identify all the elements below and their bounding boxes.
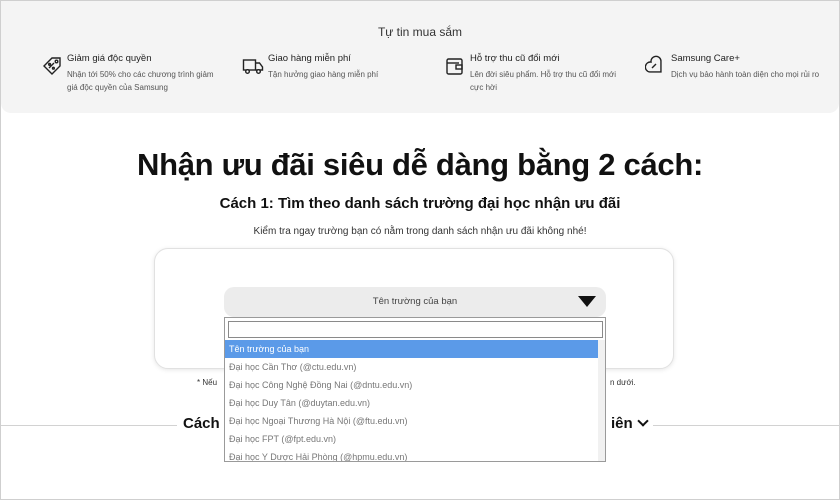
benefit-title: Giảm giá độc quyền [67, 53, 152, 64]
delivery-truck-icon [242, 59, 264, 74]
university-option[interactable]: Đại học FPT (@fpt.edu.vn) [225, 430, 605, 448]
benefit-title: Samsung Care+ [671, 53, 740, 64]
university-option[interactable]: Đại học Ngoại Thương Hà Nội (@ftu.edu.vn… [225, 412, 605, 430]
footnote-right: n dưới. [610, 378, 636, 387]
benefit-desc: Nhận tới 50% cho các chương trình giảm g… [67, 70, 214, 92]
university-option-list: Tên trường của bạn Đại học Cần Thơ (@ctu… [225, 340, 605, 461]
page-frame: Tự tin mua sắm Giảm giá độc quyền Nhận t… [0, 0, 840, 500]
university-select-value: Tên trường của bạn [372, 296, 458, 307]
footnote-left: * Nếu [197, 378, 218, 387]
university-option[interactable]: Đại học Y Dược Hải Phòng (@hpmu.edu.vn) [225, 448, 605, 461]
chevron-down-icon [637, 415, 649, 427]
care-heart-icon [645, 55, 662, 73]
benefit-desc: Lên đời siêu phẩm. Hỗ trợ thu cũ đổi mới… [470, 70, 617, 92]
caret-down-icon[interactable] [578, 296, 596, 307]
method-2-title-right: iên [611, 415, 633, 432]
benefit-desc: Dịch vụ bảo hành toàn diện cho mọi rủi r… [671, 70, 820, 79]
benefit-title: Hỗ trợ thu cũ đổi mới [470, 53, 560, 64]
benefit-title: Giao hàng miễn phí [268, 53, 351, 64]
university-option[interactable]: Đại học Duy Tân (@duytan.edu.vn) [225, 394, 605, 412]
page-title: Nhận ưu đãi siêu dễ dàng bằng 2 cách: [136, 147, 703, 182]
university-select[interactable]: Tên trường của bạn [224, 287, 606, 317]
banner-title: Tự tin mua sắm [377, 25, 463, 39]
trade-in-wallet-icon [446, 58, 463, 75]
university-option[interactable]: Đại học Công Nghệ Đồng Nai (@dntu.edu.vn… [225, 376, 605, 394]
method-2-toggle[interactable]: iên [605, 415, 653, 432]
university-dropdown: Tên trường của bạn Đại học Cần Thơ (@ctu… [224, 317, 606, 462]
discount-tag-icon [43, 57, 61, 75]
method-1-subtitle: Kiểm tra ngay trường bạn có nằm trong da… [253, 226, 587, 237]
benefits-banner: Tự tin mua sắm Giảm giá độc quyền Nhận t… [1, 1, 839, 113]
benefit-desc: Tận hưởng giao hàng miễn phí [268, 70, 379, 79]
method-1-title: Cách 1: Tìm theo danh sách trường đại họ… [219, 195, 621, 212]
method-2-title-left: Cách [177, 415, 226, 432]
university-option[interactable]: Tên trường của bạn [225, 340, 599, 358]
university-option[interactable]: Đại học Cần Thơ (@ctu.edu.vn) [225, 358, 605, 376]
dropdown-scrollbar[interactable] [598, 340, 605, 461]
university-search-input[interactable] [228, 321, 603, 338]
